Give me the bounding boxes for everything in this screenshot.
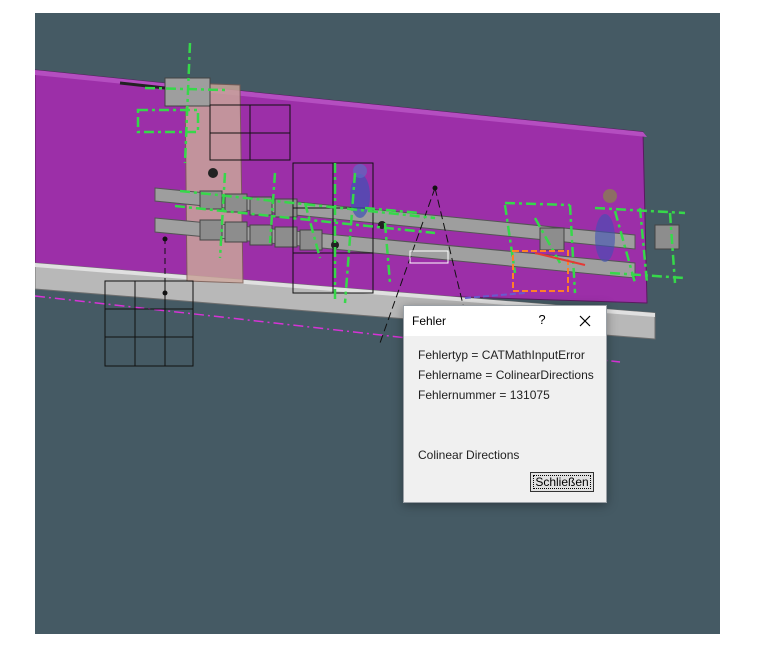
3d-viewport[interactable] (35, 13, 720, 634)
error-dialog: Fehler ? Fehlertyp = CATMathInputError F… (403, 305, 607, 503)
vertical-beam (184, 82, 244, 284)
dialog-titlebar[interactable]: Fehler ? (404, 306, 606, 336)
error-type-line: Fehlertyp = CATMathInputError (418, 348, 585, 362)
error-number-line: Fehlernummer = 131075 (418, 388, 550, 402)
error-message: Colinear Directions (418, 448, 520, 462)
assembly-model (35, 42, 686, 367)
help-button[interactable]: ? (532, 310, 552, 330)
dialog-title: Fehler (412, 314, 447, 328)
close-dialog-button[interactable]: Schließen (530, 472, 594, 492)
close-icon[interactable] (574, 310, 596, 332)
error-name-line: Fehlername = ColinearDirections (418, 368, 594, 382)
figure-right (595, 214, 615, 262)
